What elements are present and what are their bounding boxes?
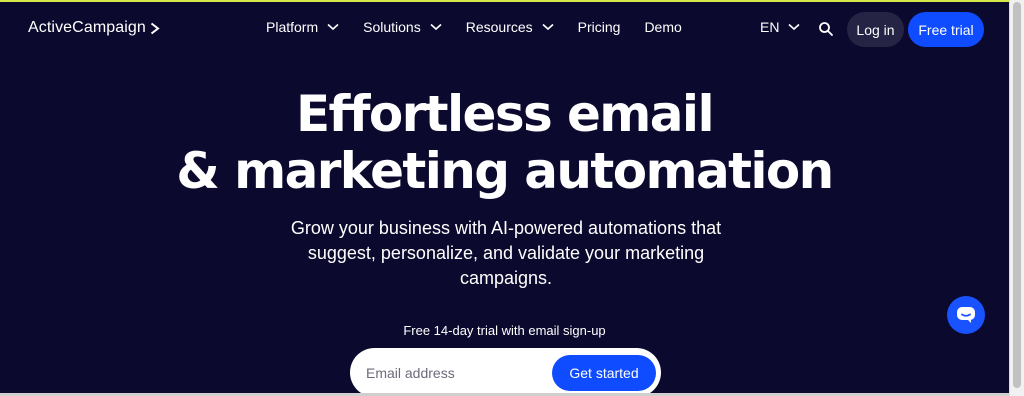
top-accent-line (0, 0, 1009, 2)
nav-item-demo[interactable]: Demo (644, 19, 681, 35)
nav-item-label: Demo (644, 19, 682, 35)
email-field[interactable] (366, 362, 546, 384)
scrollbar-thumb[interactable] (1013, 2, 1021, 388)
logo-text: ActiveCampaign (28, 19, 146, 36)
trial-note: Free 14-day trial with email sign-up (403, 323, 606, 338)
hero-title-line-2: & marketing automation (176, 142, 834, 200)
page: ActiveCampaign Platform Solutions Resour… (0, 0, 1009, 393)
search-icon[interactable] (818, 21, 834, 37)
nav-item-pricing[interactable]: Pricing (578, 19, 621, 35)
nav-item-resources[interactable]: Resources (466, 19, 554, 35)
vertical-scrollbar[interactable] (1009, 0, 1024, 396)
nav-item-solutions[interactable]: Solutions (363, 19, 442, 35)
hero-title: Effortless email & marketing automation (0, 86, 1009, 200)
hero-subtitle: Grow your business with AI-powered autom… (290, 218, 722, 288)
chevron-down-icon (788, 23, 800, 31)
get-started-button[interactable]: Get started (552, 355, 656, 391)
free-trial-button[interactable]: Free trial (908, 12, 984, 47)
nav-item-label: Resources (465, 19, 533, 35)
nav-item-label: Pricing (577, 19, 621, 35)
chat-button[interactable] (947, 296, 985, 334)
signup-form: Get started (350, 348, 661, 393)
logo[interactable]: ActiveCampaign (28, 19, 160, 37)
chevron-down-icon (327, 23, 339, 31)
nav-item-label: Solutions (363, 19, 421, 35)
chevron-down-icon (542, 23, 554, 31)
language-selector[interactable]: EN (760, 19, 800, 35)
chat-icon (957, 307, 975, 323)
chevron-down-icon (430, 23, 442, 31)
main-nav: Platform Solutions Resources Pricing Dem… (266, 19, 706, 35)
nav-item-label: Platform (266, 19, 319, 35)
hero-title-line-1: Effortless email (296, 85, 715, 143)
login-button[interactable]: Log in (847, 12, 904, 47)
language-label: EN (760, 19, 780, 35)
chevron-right-icon (150, 22, 160, 34)
nav-item-platform[interactable]: Platform (266, 19, 339, 35)
